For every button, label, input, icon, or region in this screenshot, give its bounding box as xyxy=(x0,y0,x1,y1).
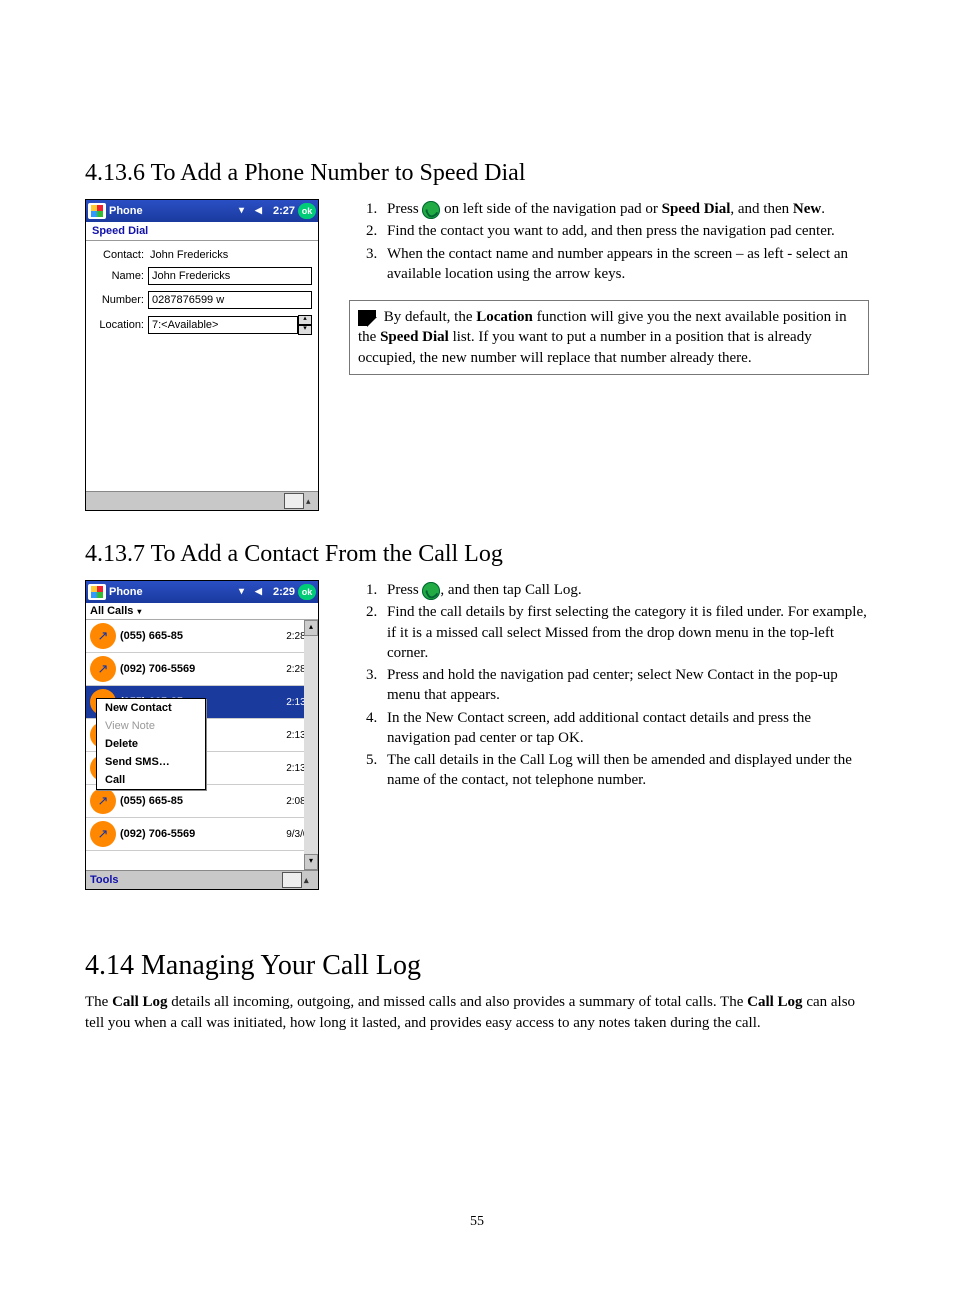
signal-icon xyxy=(239,204,253,218)
location-spinner[interactable]: ▴▾ xyxy=(298,315,312,335)
location-input[interactable]: 7:<Available> xyxy=(148,316,298,334)
keyboard-icon[interactable] xyxy=(282,872,302,888)
step: Press on left side of the navigation pad… xyxy=(381,199,869,219)
name-input[interactable]: John Fredericks xyxy=(148,267,312,285)
heading-4-14: 4.14 Managing Your Call Log xyxy=(85,950,869,982)
device-screenshot-calllog: Phone 2:29 ok All Calls ↗ (055) 665-85 2:2… xyxy=(85,580,319,890)
call-number: (092) 706-5569 xyxy=(120,828,286,840)
titlebar: Phone 2:29 ok xyxy=(86,581,318,603)
screen-name: Speed Dial xyxy=(86,222,318,241)
call-type-icon: ↗ xyxy=(90,623,116,649)
talk-button-icon xyxy=(422,201,440,219)
scrollbar[interactable]: ▴▾ xyxy=(304,620,318,870)
ok-button[interactable]: ok xyxy=(298,584,316,600)
context-menu-item[interactable]: View Note xyxy=(97,717,205,735)
steps-4-13-7: Press , and then tap Call Log. Find the … xyxy=(353,580,869,791)
titlebar-app: Phone xyxy=(109,586,143,598)
section-4-14: 4.14 Managing Your Call Log The Call Log… xyxy=(85,950,869,1034)
number-label: Number: xyxy=(92,294,148,306)
step: Find the contact you want to add, and th… xyxy=(381,221,869,241)
bottom-bar: ▴ xyxy=(86,491,318,510)
step: In the New Contact screen, add additiona… xyxy=(381,708,869,749)
volume-icon xyxy=(255,585,269,599)
device-screenshot-speeddial: Phone 2:27 ok Speed Dial Contact:John Fr… xyxy=(85,199,319,511)
call-row[interactable]: ↗(092) 706-55699/3/01 xyxy=(86,818,318,851)
page-number: 55 xyxy=(85,1214,869,1230)
heading-4-13-7: 4.13.7 To Add a Contact From the Call Lo… xyxy=(85,541,869,568)
call-type-icon: ↗ xyxy=(90,788,116,814)
clock: 2:29 xyxy=(273,586,295,598)
volume-icon xyxy=(255,204,269,218)
step: Press and hold the navigation pad center… xyxy=(381,665,869,706)
context-menu-item[interactable]: Call xyxy=(97,771,205,789)
context-menu: New ContactView NoteDeleteSend SMS…Call xyxy=(96,698,206,790)
filter-dropdown[interactable]: All Calls xyxy=(86,603,318,620)
name-label: Name: xyxy=(92,270,148,282)
body-text: The Call Log details all incoming, outgo… xyxy=(85,992,869,1034)
step: The call details in the Call Log will th… xyxy=(381,750,869,791)
up-arrow-icon[interactable]: ▴ xyxy=(306,496,316,507)
titlebar-app: Phone xyxy=(109,205,143,217)
context-menu-item[interactable]: New Contact xyxy=(97,699,205,717)
step: Find the call details by first selecting… xyxy=(381,602,869,663)
call-type-icon: ↗ xyxy=(90,821,116,847)
windows-icon xyxy=(88,584,106,600)
context-menu-item[interactable]: Send SMS… xyxy=(97,753,205,771)
tools-bar[interactable]: Tools▴ xyxy=(86,870,318,889)
signal-icon xyxy=(239,585,253,599)
step: Press , and then tap Call Log. xyxy=(381,580,869,600)
call-number: (055) 665-85 xyxy=(120,795,286,807)
titlebar: Phone 2:27 ok xyxy=(86,200,318,222)
call-row[interactable]: ↗(055) 665-852:28 p xyxy=(86,620,318,653)
steps-4-13-6: Press on left side of the navigation pad… xyxy=(353,199,869,284)
call-row[interactable]: ↗(092) 706-55692:28 p xyxy=(86,653,318,686)
clock: 2:27 xyxy=(273,205,295,217)
note-icon xyxy=(358,310,376,326)
section-4-13-6: 4.13.6 To Add a Phone Number to Speed Di… xyxy=(85,160,869,511)
keyboard-icon[interactable] xyxy=(284,493,304,509)
number-input[interactable]: 0287876599 w xyxy=(148,291,312,309)
location-label: Location: xyxy=(92,319,148,331)
call-number: (055) 665-85 xyxy=(120,630,286,642)
ok-button[interactable]: ok xyxy=(298,203,316,219)
context-menu-item[interactable]: Delete xyxy=(97,735,205,753)
heading-4-13-6: 4.13.6 To Add a Phone Number to Speed Di… xyxy=(85,160,869,187)
contact-label: Contact: xyxy=(92,249,148,261)
windows-icon xyxy=(88,203,106,219)
note-box: By default, the Location function will g… xyxy=(349,300,869,375)
step: When the contact name and number appears… xyxy=(381,244,869,285)
section-4-13-7: 4.13.7 To Add a Contact From the Call Lo… xyxy=(85,541,869,890)
up-arrow-icon[interactable]: ▴ xyxy=(304,875,314,886)
contact-value: John Fredericks xyxy=(148,249,228,261)
talk-button-icon xyxy=(422,582,440,600)
call-type-icon: ↗ xyxy=(90,656,116,682)
call-number: (092) 706-5569 xyxy=(120,663,286,675)
